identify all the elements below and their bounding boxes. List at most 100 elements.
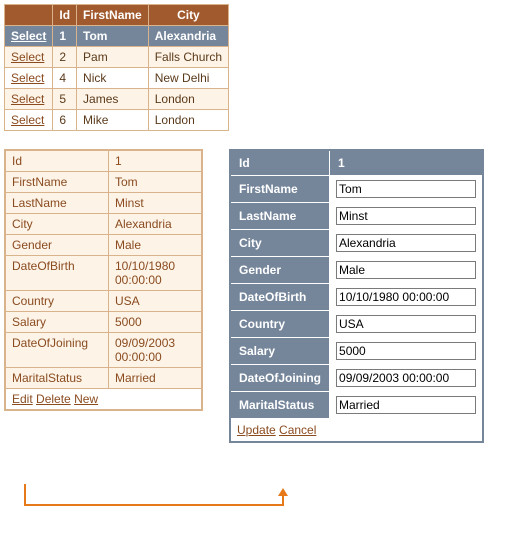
editor-row: Salary — [230, 338, 483, 365]
cell-city: Alexandria — [148, 26, 228, 47]
details-row: GenderMale — [5, 235, 202, 256]
grid-row: Select 1TomAlexandria — [5, 26, 229, 47]
details-row: MaritalStatusMarried — [5, 368, 202, 389]
editor-row: LastName — [230, 203, 483, 230]
select-link[interactable]: Select — [11, 29, 46, 43]
grid-row: Select 6MikeLondon — [5, 110, 229, 131]
cell-city: New Delhi — [148, 68, 228, 89]
editor-input-firstname[interactable] — [336, 180, 476, 198]
editor-row: FirstName — [230, 176, 483, 203]
cell-id: 6 — [53, 110, 77, 131]
editor-label: City — [230, 230, 330, 257]
editor-id-value: 1 — [330, 150, 484, 176]
select-link[interactable]: Select — [11, 50, 44, 64]
editor-label: FirstName — [230, 176, 330, 203]
details-value: 10/10/198000:00:00 — [109, 256, 203, 291]
editor-input-country[interactable] — [336, 315, 476, 333]
details-label: DateOfJoining — [5, 333, 109, 368]
details-value: 09/09/200300:00:00 — [109, 333, 203, 368]
cell-id: 2 — [53, 47, 77, 68]
editor-row: DateOfJoining — [230, 365, 483, 392]
grid-header-firstname: FirstName — [77, 5, 149, 26]
details-value: Alexandria — [109, 214, 203, 235]
grid-row: Select 4NickNew Delhi — [5, 68, 229, 89]
grid-row: Select 5JamesLondon — [5, 89, 229, 110]
grid-header-row: Id FirstName City — [5, 5, 229, 26]
editor-id-row: Id 1 — [230, 150, 483, 176]
editor-input-salary[interactable] — [336, 342, 476, 360]
editor-label: LastName — [230, 203, 330, 230]
cell-firstname: Mike — [77, 110, 149, 131]
details-row: Id1 — [5, 150, 202, 172]
cancel-link[interactable]: Cancel — [279, 423, 316, 437]
details-actions-row: Edit Delete New — [5, 389, 202, 411]
details-label: City — [5, 214, 109, 235]
details-label: LastName — [5, 193, 109, 214]
details-label: Id — [5, 150, 109, 172]
details-value: Male — [109, 235, 203, 256]
editor-row: City — [230, 230, 483, 257]
details-row: Salary5000 — [5, 312, 202, 333]
details-value: 5000 — [109, 312, 203, 333]
update-link[interactable]: Update — [237, 423, 276, 437]
editor-input-lastname[interactable] — [336, 207, 476, 225]
details-value: 1 — [109, 150, 203, 172]
cell-id: 5 — [53, 89, 77, 110]
cell-id: 1 — [53, 26, 77, 47]
details-value: Married — [109, 368, 203, 389]
cell-city: London — [148, 89, 228, 110]
editor-label: DateOfBirth — [230, 284, 330, 311]
editor-id-label: Id — [230, 150, 330, 176]
details-label: Gender — [5, 235, 109, 256]
details-editor: Id 1 FirstNameLastNameCityGenderDateOfBi… — [229, 149, 484, 443]
details-value: Minst — [109, 193, 203, 214]
editor-input-maritalstatus[interactable] — [336, 396, 476, 414]
grid-header-id: Id — [53, 5, 77, 26]
editor-input-dateofbirth[interactable] — [336, 288, 476, 306]
edit-link[interactable]: Edit — [12, 392, 33, 406]
editor-label: MaritalStatus — [230, 392, 330, 419]
details-view: Id1FirstNameTomLastNameMinstCityAlexandr… — [4, 149, 203, 411]
editor-label: DateOfJoining — [230, 365, 330, 392]
select-link[interactable]: Select — [11, 113, 44, 127]
editor-label: Gender — [230, 257, 330, 284]
editor-label: Country — [230, 311, 330, 338]
details-label: DateOfBirth — [5, 256, 109, 291]
new-link[interactable]: New — [74, 392, 98, 406]
details-value: Tom — [109, 172, 203, 193]
details-row: DateOfJoining09/09/200300:00:00 — [5, 333, 202, 368]
editor-input-dateofjoining[interactable] — [336, 369, 476, 387]
grid-header-city: City — [148, 5, 228, 26]
details-row: DateOfBirth10/10/198000:00:00 — [5, 256, 202, 291]
details-row: LastNameMinst — [5, 193, 202, 214]
delete-link[interactable]: Delete — [36, 392, 71, 406]
editor-label: Salary — [230, 338, 330, 365]
details-row: CountryUSA — [5, 291, 202, 312]
editor-row: Gender — [230, 257, 483, 284]
cell-id: 4 — [53, 68, 77, 89]
editor-row: MaritalStatus — [230, 392, 483, 419]
details-label: Salary — [5, 312, 109, 333]
editor-input-gender[interactable] — [336, 261, 476, 279]
editor-actions-row: Update Cancel — [230, 419, 483, 443]
editor-row: Country — [230, 311, 483, 338]
select-link[interactable]: Select — [11, 71, 44, 85]
details-label: FirstName — [5, 172, 109, 193]
cell-city: Falls Church — [148, 47, 228, 68]
details-row: CityAlexandria — [5, 214, 202, 235]
grid-header-select — [5, 5, 53, 26]
details-label: MaritalStatus — [5, 368, 109, 389]
details-row: FirstNameTom — [5, 172, 202, 193]
select-link[interactable]: Select — [11, 92, 44, 106]
employees-grid: Id FirstName City Select1TomAlexandriaSe… — [4, 4, 229, 131]
cell-firstname: Nick — [77, 68, 149, 89]
editor-input-city[interactable] — [336, 234, 476, 252]
cell-firstname: James — [77, 89, 149, 110]
cell-firstname: Tom — [77, 26, 149, 47]
cell-city: London — [148, 110, 228, 131]
connector-arrow — [24, 490, 284, 504]
details-label: Country — [5, 291, 109, 312]
details-value: USA — [109, 291, 203, 312]
cell-firstname: Pam — [77, 47, 149, 68]
editor-row: DateOfBirth — [230, 284, 483, 311]
